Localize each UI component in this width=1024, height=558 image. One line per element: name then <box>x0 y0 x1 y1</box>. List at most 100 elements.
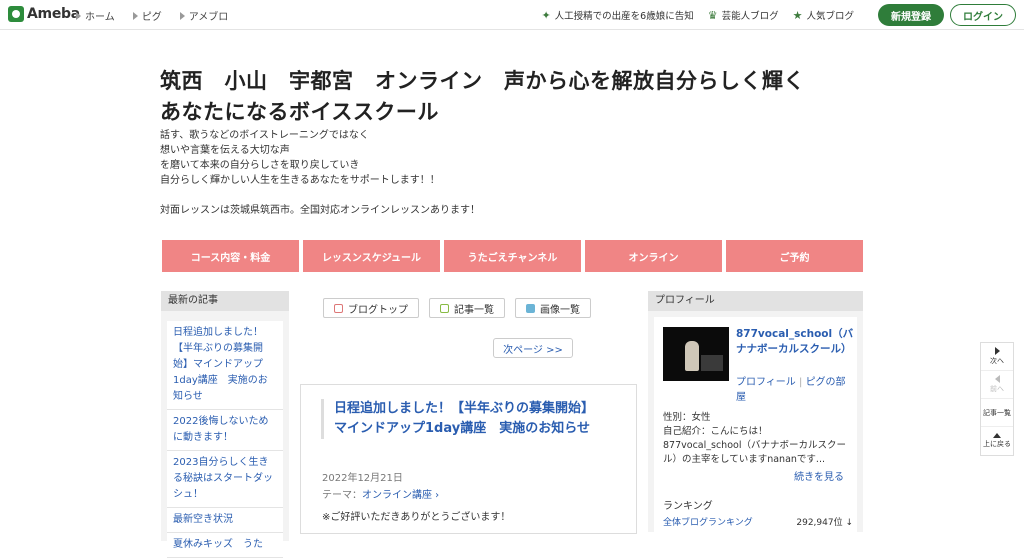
menu-reservation[interactable]: ご予約 <box>726 240 863 272</box>
popular-blog-label: 人気ブログ <box>806 11 854 22</box>
login-button[interactable]: ログイン <box>950 4 1016 26</box>
profile-heading: プロフィール <box>648 291 863 311</box>
profile-avatar[interactable] <box>663 327 729 381</box>
sparkle-icon: ✦ <box>541 8 551 22</box>
tab-blog-top[interactable]: ブログトップ <box>323 298 419 318</box>
prev-label: 前へ <box>990 385 1004 393</box>
top-nav: ホーム ピグ アメブロ <box>76 8 228 23</box>
floating-nav: 次へ 前へ 記事一覧 上に戻る <box>980 342 1014 456</box>
blog-description: 話す、歌うなどのボイストレーニングではなく 想いや言葉を伝える大切な声 を磨いて… <box>160 128 480 218</box>
article-list-button[interactable]: 記事一覧 <box>981 399 1013 427</box>
overall-ranking-link[interactable]: 全体ブログランキング <box>663 515 753 528</box>
ranking-heading: ランキング <box>663 501 713 512</box>
caret-right-icon <box>76 11 81 20</box>
list-item[interactable]: 2022後悔しないために動きます！ <box>167 410 283 451</box>
trending-link-label: 人工授精での出産を6歳娘に告知 <box>554 11 694 22</box>
profile-info: 性別：女性 自己紹介：こんにちは！ 877vocal_school（バナナボーカ… <box>663 411 853 467</box>
tab-article-list-label: 記事一覧 <box>454 304 494 316</box>
singer-figure <box>685 341 699 371</box>
celebrity-blog-link[interactable]: ♛ 芸能人ブログ <box>707 8 779 23</box>
profile-intro-text: 877vocal_school（バナナボーカルスクール）の主宰をしていますnan… <box>663 440 846 465</box>
arrow-right-icon <box>994 347 1000 355</box>
desc-line: を磨いて本来の自分らしさを取り戻していき <box>160 160 360 171</box>
ameba-logo[interactable]: Ameba <box>8 6 80 22</box>
nav-home[interactable]: ホーム <box>76 8 115 23</box>
arrow-left-icon <box>994 375 1000 383</box>
nav-pigg[interactable]: ピグ <box>132 8 162 23</box>
article-list-icon <box>440 303 449 313</box>
nav-home-label: ホーム <box>85 12 115 23</box>
blog-title[interactable]: 筑西 小山 宇都宮 オンライン 声から心を解放自分らしく輝く あなたになるボイス… <box>160 66 860 128</box>
ranking-value: 292,947位 ↓ <box>796 518 853 528</box>
profile-link[interactable]: プロフィール <box>736 377 796 388</box>
logo-text: Ameba <box>27 6 80 22</box>
latest-posts-sidebar: 最新の記事 日程追加しました！【半年ぶりの募集開始】マインドアップ1day講座 … <box>161 291 289 558</box>
blog-title-line-2: あなたになるボイススクール <box>160 100 439 124</box>
trending-link[interactable]: ✦ 人工授精での出産を6歳娘に告知 <box>541 8 694 23</box>
piano-shape <box>701 355 723 371</box>
desc-line <box>160 188 480 203</box>
menu-online[interactable]: オンライン <box>585 240 722 272</box>
profile-name[interactable]: 877vocal_school（バナナボーカルスクール） <box>736 327 854 357</box>
desc-line: 想いや言葉を伝える大切な声 <box>160 145 290 156</box>
prev-post-button[interactable]: 前へ <box>981 371 1013 399</box>
caret-right-icon <box>132 11 138 20</box>
nav-pigg-label: ピグ <box>141 12 162 23</box>
blog-view-tabs: ブログトップ 記事一覧 画像一覧 <box>323 298 591 318</box>
profile-intro-label: 自己紹介：こんにちは！ <box>663 426 768 437</box>
profile-links: プロフィール | ピグの部屋 <box>736 375 854 405</box>
menu-utagoe-channel[interactable]: うたごえチャンネル <box>444 240 581 272</box>
menu-lesson-schedule[interactable]: レッスンスケジュール <box>303 240 440 272</box>
blog-menu: コース内容・料金 レッスンスケジュール うたごえチャンネル オンライン ご予約 <box>162 240 863 272</box>
desc-line: 話す、歌うなどのボイストレーニングではなく <box>160 130 369 141</box>
signup-button[interactable]: 新規登録 <box>878 4 944 26</box>
star-icon: ★ <box>792 8 803 22</box>
crown-icon: ♛ <box>707 8 718 22</box>
header-links: ✦ 人工授精での出産を6歳娘に告知 ♛ 芸能人ブログ ★ 人気ブログ <box>541 8 854 23</box>
chevron-right-icon: › <box>432 490 440 501</box>
profile-gender: 性別：女性 <box>663 412 711 423</box>
next-post-button[interactable]: 次へ <box>981 343 1013 371</box>
tab-article-list[interactable]: 記事一覧 <box>429 298 505 318</box>
read-more-link[interactable]: 続きを見る <box>794 468 844 483</box>
caret-right-icon <box>179 11 185 20</box>
tab-blog-top-label: ブログトップ <box>348 304 408 316</box>
nav-ameblo[interactable]: アメブロ <box>179 8 229 23</box>
menu-course-fees[interactable]: コース内容・料金 <box>162 240 299 272</box>
back-to-top-label: 上に戻る <box>983 440 1011 448</box>
list-item[interactable]: 夏休みキッズ うた <box>167 533 283 558</box>
profile-card: 877vocal_school（バナナボーカルスクール） プロフィール | ピグ… <box>654 317 857 532</box>
article-body: ※ご好評いただきありがとうございます！ <box>322 512 511 523</box>
back-to-top-button[interactable]: 上に戻る <box>981 427 1013 455</box>
article-card: 日程追加しました！【半年ぶりの募集開始】マインドアップ1day講座 実施のお知ら… <box>300 384 637 534</box>
tab-image-list-label: 画像一覧 <box>540 304 580 316</box>
next-label: 次へ <box>990 357 1004 365</box>
blog-top-icon <box>334 303 343 313</box>
link-separator: | <box>799 377 803 388</box>
list-item[interactable]: 日程追加しました！【半年ぶりの募集開始】マインドアップ1day講座 実施のお知ら… <box>167 321 283 410</box>
profile-sidebar: プロフィール 877vocal_school（バナナボーカルスクール） プロフィ… <box>648 291 863 532</box>
arrow-up-icon <box>993 433 1001 438</box>
image-list-icon <box>526 303 535 313</box>
latest-posts-heading: 最新の記事 <box>161 291 289 311</box>
list-item[interactable]: 2023自分らしく生きる秘訣はスタートダッシュ！ <box>167 451 283 508</box>
desc-line: 対面レッスンは茨城県筑西市。全国対応オンラインレッスンあります！ <box>160 205 480 216</box>
article-date: 2022年12月21日 <box>322 473 403 484</box>
latest-posts-list: 日程追加しました！【半年ぶりの募集開始】マインドアップ1day講座 実施のお知ら… <box>161 311 289 558</box>
ameba-logo-icon <box>8 6 24 22</box>
list-item[interactable]: 最新空き状況 <box>167 508 283 533</box>
ranking-row: 全体ブログランキング 292,947位 ↓ <box>663 515 853 528</box>
next-page-button[interactable]: 次ページ >> <box>493 338 573 358</box>
article-list-label: 記事一覧 <box>983 408 1011 417</box>
theme-link[interactable]: オンライン講座 <box>362 490 432 501</box>
blog-title-line-1: 筑西 小山 宇都宮 オンライン 声から心を解放自分らしく輝く <box>160 69 805 93</box>
desc-line: 自分らしく輝かしい人生を生きるあなたをサポートします！！ <box>160 175 440 186</box>
article-theme: テーマ：オンライン講座 › <box>322 486 439 501</box>
article-title[interactable]: 日程追加しました！【半年ぶりの募集開始】マインドアップ1day講座 実施のお知ら… <box>321 399 591 439</box>
nav-ameblo-label: アメブロ <box>188 12 229 23</box>
theme-label: テーマ： <box>322 490 362 501</box>
global-header: Ameba ホーム ピグ アメブロ ✦ 人工授精での出産を6歳娘に告知 ♛ 芸能人ブ… <box>0 0 1024 30</box>
tab-image-list[interactable]: 画像一覧 <box>515 298 591 318</box>
popular-blog-link[interactable]: ★ 人気ブログ <box>792 8 854 23</box>
celebrity-blog-label: 芸能人ブログ <box>721 11 779 22</box>
